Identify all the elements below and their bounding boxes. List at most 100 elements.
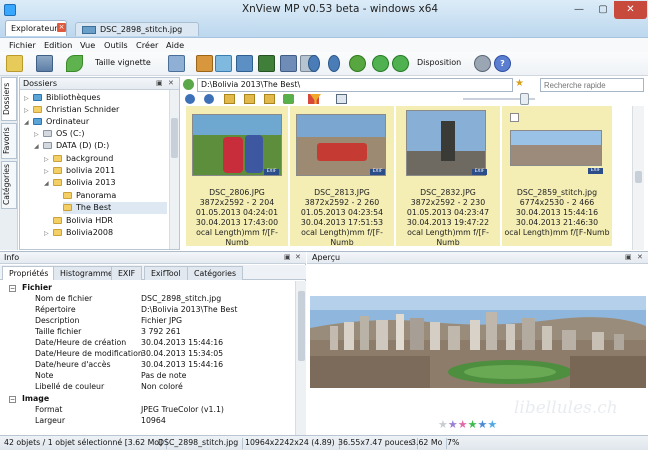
tree-item[interactable]: ▷ Bibliothèques xyxy=(24,92,101,104)
help-icon[interactable]: ? xyxy=(494,55,511,72)
rotate-left-icon[interactable] xyxy=(372,55,389,72)
slideshow-icon[interactable] xyxy=(258,55,275,72)
thumbnail-item[interactable]: EXIF DSC_2806.JPG 3872x2592 - 2 204 01.0… xyxy=(186,106,288,247)
star-icon[interactable]: ★ xyxy=(487,418,497,431)
back-icon[interactable] xyxy=(185,94,195,104)
computer-icon xyxy=(33,118,42,125)
tree-item-selected[interactable]: The Best xyxy=(63,202,167,214)
tag-icon[interactable] xyxy=(66,55,83,72)
tab-proprietes[interactable]: Propriétés xyxy=(2,266,56,280)
exif-badge: EXIF xyxy=(588,168,603,174)
tree-item[interactable]: Panorama xyxy=(63,190,116,202)
section-header[interactable]: − Image xyxy=(0,394,294,404)
main-toolbar: Taille vignette Disposition ? xyxy=(0,52,648,76)
star-icon[interactable]: ★ xyxy=(478,418,488,431)
go-up-icon[interactable] xyxy=(183,79,194,90)
forward-icon[interactable] xyxy=(204,94,214,104)
tree-item[interactable]: ◢ DATA (D) (D:) xyxy=(34,140,109,152)
address-bar[interactable]: D:\Bolivia 2013\The Best\ xyxy=(197,78,513,92)
close-window-button[interactable]: ✕ xyxy=(614,1,647,19)
tab-histogramme[interactable]: Histogramme xyxy=(53,266,120,280)
menu-aide[interactable]: Aide xyxy=(166,38,184,52)
thumbnail-item[interactable]: EXIF DSC_2832.JPG 3872x2592 - 2 230 01.0… xyxy=(396,106,500,247)
star-icon[interactable]: ★ xyxy=(438,418,448,431)
folder-copy-icon[interactable] xyxy=(264,94,275,104)
pin-icon[interactable]: ▣ xyxy=(284,253,291,261)
close-tab-icon[interactable]: × xyxy=(57,23,66,32)
tab-categories-info[interactable]: Catégories xyxy=(187,266,244,280)
preview-title: Aperçu xyxy=(312,253,341,262)
panel-close-icon[interactable]: ✕ xyxy=(637,253,643,261)
tab-favoris[interactable]: Favoris xyxy=(1,123,17,159)
tab-file[interactable]: DSC_2898_stitch.jpg xyxy=(75,22,199,36)
thumbnail-filename: DSC_2806.JPG xyxy=(209,188,265,197)
folders-scrollbar[interactable] xyxy=(169,90,179,249)
maximize-button[interactable]: ▢ xyxy=(592,1,614,19)
panel-close-icon[interactable]: ✕ xyxy=(295,253,301,261)
thumbnail-grid: EXIF DSC_2806.JPG 3872x2592 - 2 204 01.0… xyxy=(182,106,648,250)
tree-item[interactable]: ◢ Bolivia 2013 xyxy=(44,177,116,189)
rating-stars[interactable]: ★★★★★★ xyxy=(438,418,518,431)
thumbnail-exif: ocal Length)mm f/[F-Numb xyxy=(196,228,278,247)
tree-item[interactable]: ▷ background xyxy=(44,153,113,165)
new-folder-icon[interactable] xyxy=(224,94,235,104)
tree-item[interactable]: ▷ Christian Schnider xyxy=(24,104,119,116)
thumbnail-size-dropdown[interactable]: Taille vignette xyxy=(95,58,151,67)
tree-item[interactable]: ▷ Bolivia2008 xyxy=(44,227,113,239)
fullscreen-icon[interactable] xyxy=(280,55,297,72)
minimize-button[interactable]: — xyxy=(568,1,590,19)
tree-item[interactable]: Bolivia HDR xyxy=(44,215,113,227)
folder-icon[interactable] xyxy=(6,55,23,72)
folder-move-icon[interactable] xyxy=(244,94,255,104)
menu-edition[interactable]: Edition xyxy=(44,38,72,52)
tag-green-icon[interactable] xyxy=(283,94,294,104)
grid-view-icon[interactable] xyxy=(36,55,53,72)
zoom-slider-thumb[interactable] xyxy=(520,93,529,105)
refresh-icon[interactable] xyxy=(349,55,366,72)
menu-vue[interactable]: Vue xyxy=(80,38,95,52)
favorite-star-icon[interactable]: ★ xyxy=(515,78,525,90)
tree-item[interactable]: ▷ bolivia 2011 xyxy=(44,165,115,177)
pin-icon[interactable]: ▣ xyxy=(625,253,632,261)
property-row: Nom de fichier DSC_2898_stitch.jpg xyxy=(35,294,222,303)
scroll-thumb[interactable] xyxy=(171,118,178,158)
thumbnail-item[interactable]: EXIF DSC_2813.JPG 3872x2592 - 2 260 01.0… xyxy=(290,106,394,247)
panel-close-icon[interactable]: ✕ xyxy=(168,79,174,87)
star-icon[interactable]: ★ xyxy=(468,418,478,431)
tree-item[interactable]: ◢ Ordinateur xyxy=(24,116,89,128)
scroll-thumb[interactable] xyxy=(635,171,642,183)
rotate-right-icon[interactable] xyxy=(392,55,409,72)
tab-exiftool[interactable]: ExifTool xyxy=(144,266,188,280)
back-arrow-icon[interactable] xyxy=(308,55,320,72)
pin-icon[interactable]: ▣ xyxy=(156,79,163,87)
tab-dossiers[interactable]: Dossiers xyxy=(1,77,17,121)
properties-scrollbar[interactable] xyxy=(295,281,306,435)
section-header[interactable]: − Fichier xyxy=(0,283,294,293)
properties-list: − Fichier Nom de fichier DSC_2898_stitch.j… xyxy=(0,281,294,435)
star-icon[interactable]: ★ xyxy=(458,418,468,431)
menu-fichier[interactable]: Fichier xyxy=(9,38,36,52)
thumbnail-image xyxy=(296,114,386,176)
thumbnail-filename: DSC_2832.JPG xyxy=(420,188,476,197)
menu-outils[interactable]: Outils xyxy=(104,38,128,52)
tab-categories[interactable]: Catégories xyxy=(1,161,17,209)
scroll-thumb[interactable] xyxy=(298,291,305,361)
view-mode-icon[interactable] xyxy=(336,94,347,104)
settings-gear-icon[interactable] xyxy=(474,55,491,72)
forward-arrow-icon[interactable] xyxy=(328,55,340,72)
disposition-dropdown[interactable]: Disposition xyxy=(417,58,461,67)
quick-search-input[interactable] xyxy=(540,78,644,92)
folder-icon xyxy=(53,229,62,236)
compare-icon[interactable] xyxy=(215,55,232,72)
filter-icon[interactable] xyxy=(196,55,213,72)
thumbnail-scrollbar[interactable] xyxy=(632,106,644,250)
sort-icon[interactable] xyxy=(168,55,185,72)
thumbnail-item[interactable]: EXIF DSC_2859_stitch.jpg 6774x2530 - 2 4… xyxy=(502,106,612,246)
tab-exif[interactable]: EXIF xyxy=(111,266,143,280)
tree-item[interactable]: ▷ OS (C:) xyxy=(34,128,84,140)
monitor-icon[interactable] xyxy=(236,55,253,72)
folders-header: Dossiers ▣ ✕ xyxy=(20,78,179,90)
star-icon[interactable]: ★ xyxy=(448,418,458,431)
menu-creer[interactable]: Créer xyxy=(136,38,158,52)
select-checkbox[interactable] xyxy=(510,113,519,122)
